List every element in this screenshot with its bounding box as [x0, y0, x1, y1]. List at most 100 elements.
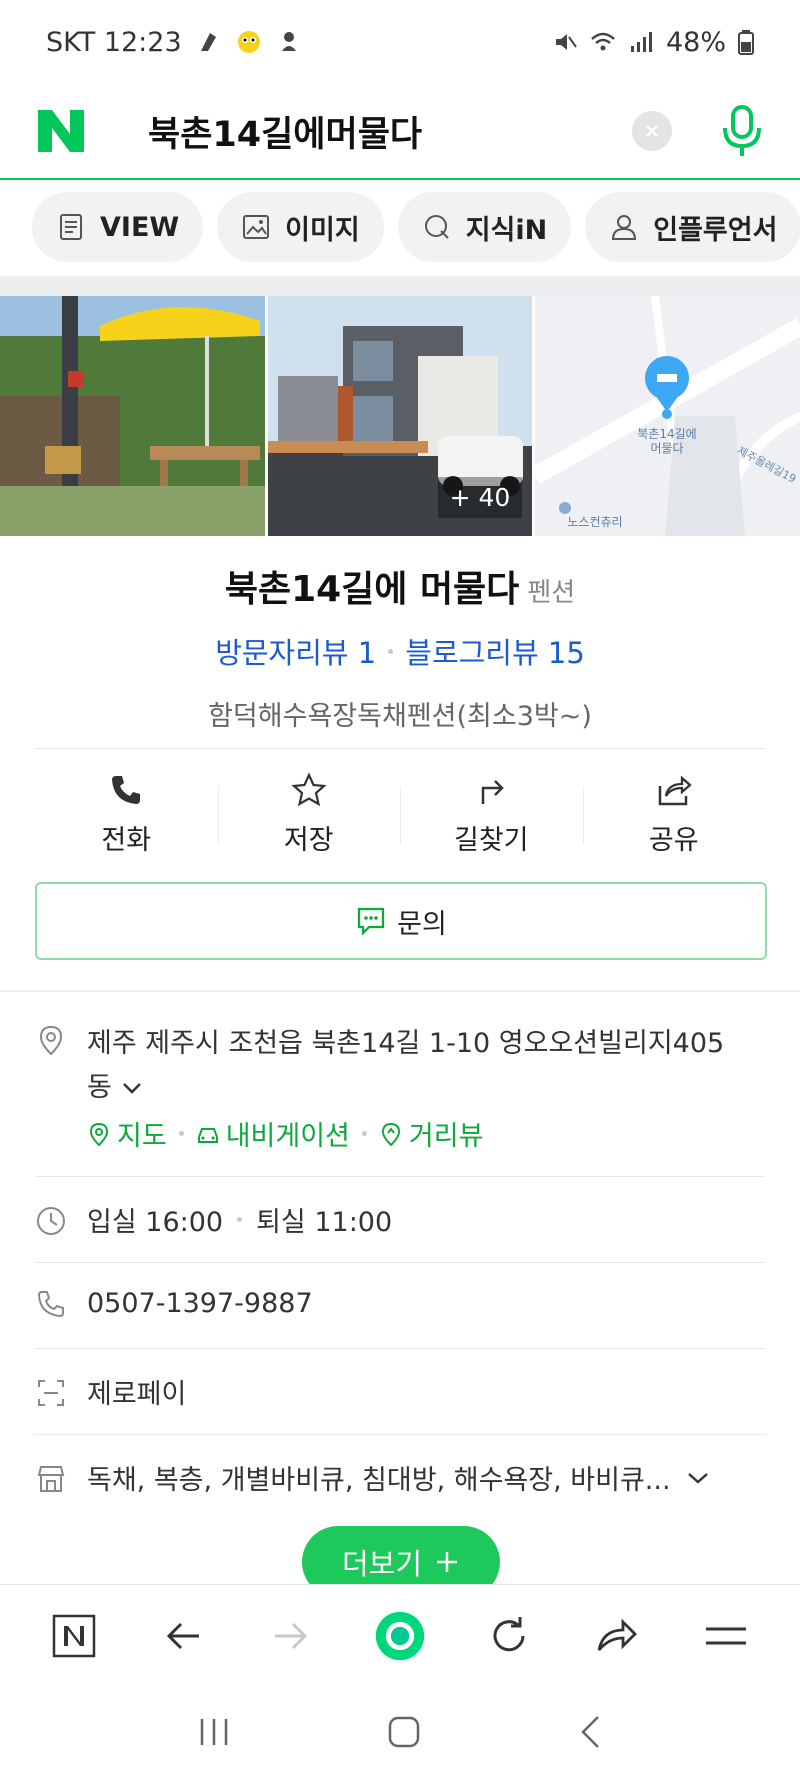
tab-image[interactable]: 이미지	[217, 192, 384, 262]
map-link-label: 지도	[117, 1121, 167, 1152]
back-button[interactable]	[158, 1611, 208, 1661]
close-icon	[646, 125, 658, 137]
map-link[interactable]: 지도	[87, 1114, 167, 1153]
garden-photo-image	[0, 296, 265, 536]
payment-text: 제로페이	[87, 1379, 187, 1410]
action-label: 저장	[283, 824, 334, 856]
streetview-link[interactable]: 거리뷰	[379, 1114, 484, 1153]
search-header: 북촌14길에머물다	[0, 84, 800, 180]
naver-home-button[interactable]	[49, 1611, 99, 1661]
address-line2: 동	[87, 1072, 112, 1103]
store-icon	[37, 1465, 65, 1492]
separator-dot	[361, 1131, 367, 1136]
emoji-notification-icon	[237, 31, 260, 53]
phone-number[interactable]: 0507-1397-9887	[87, 1288, 313, 1319]
share-arrow-icon	[597, 1618, 638, 1651]
streetview-link-label: 거리뷰	[408, 1121, 484, 1152]
arrow-left-icon	[166, 1622, 199, 1649]
photo-building[interactable]: + 40	[267, 296, 533, 536]
more-button-label: 더보기	[341, 1547, 423, 1581]
place-title: 북촌14길에 머물다	[224, 569, 520, 610]
plus-icon	[437, 1552, 458, 1572]
refresh-button[interactable]	[484, 1611, 534, 1661]
search-query[interactable]: 북촌14길에머물다	[148, 106, 632, 157]
chat-icon	[358, 907, 385, 936]
system-back-icon[interactable]	[578, 1714, 602, 1750]
map-image: 북촌14길에 머물다 노스컨츄리 제주올레길19	[535, 296, 800, 536]
divider	[35, 748, 765, 749]
tab-label: 지식iN	[465, 214, 548, 246]
recent-apps-icon[interactable]	[198, 1717, 230, 1747]
section-divider	[0, 276, 800, 296]
q-icon	[424, 215, 449, 239]
scan-icon	[38, 1379, 64, 1406]
amenities-text: 독채, 복층, 개별바비큐, 침대방, 해수욕장, 바비큐...	[87, 1465, 671, 1496]
wifi-icon	[591, 32, 615, 51]
chevron-down-icon[interactable]	[685, 1469, 711, 1487]
call-button[interactable]: 전화	[35, 764, 218, 864]
directions-icon	[482, 779, 505, 804]
arrow-right-icon	[275, 1622, 308, 1649]
system-nav-bar	[0, 1686, 800, 1778]
separator-dot	[178, 1131, 184, 1136]
phone-row[interactable]: 0507-1397-9887	[35, 1286, 765, 1320]
microphone-icon[interactable]	[720, 104, 764, 158]
divider	[35, 1348, 765, 1349]
share-page-button[interactable]	[592, 1611, 642, 1661]
refresh-icon	[493, 1616, 525, 1651]
carrier-time: SKT 12:23	[46, 26, 182, 58]
app-notification-icon	[200, 33, 216, 51]
tab-label: 인플루언서	[653, 214, 778, 246]
photo-garden[interactable]	[0, 296, 265, 536]
save-button[interactable]: 저장	[217, 764, 401, 864]
photo-strip: + 40 북촌14길에 머물다 노스컨츄리 제주올레길19	[0, 296, 800, 536]
action-label: 전화	[101, 824, 152, 856]
visitor-review-link[interactable]: 방문자리뷰 1	[215, 630, 376, 672]
place-category: 펜션	[527, 578, 576, 608]
tab-label: 이미지	[285, 214, 360, 246]
address-row: 제주 제주시 조천읍 북촌14길 1-10 영오오션빌리지405 동 지도 내비…	[35, 1022, 765, 1153]
payment-row: 제로페이	[35, 1372, 765, 1411]
inquiry-button[interactable]: 문의	[35, 882, 767, 960]
phone-icon	[112, 775, 141, 804]
directions-button[interactable]: 길찾기	[400, 764, 583, 864]
inquiry-label: 문의	[397, 908, 447, 940]
battery-icon	[738, 30, 754, 55]
divider	[35, 1262, 765, 1263]
amenities-row[interactable]: 독채, 복층, 개별바비큐, 침대방, 해수욕장, 바비큐...	[35, 1458, 765, 1497]
tab-label: VIEW	[100, 211, 180, 243]
navigation-link[interactable]: 내비게이션	[196, 1114, 350, 1153]
place-description: 함덕해수욕장독채펜션(최소3박~)	[208, 701, 592, 732]
menu-button[interactable]	[701, 1611, 751, 1661]
address-links: 지도 내비게이션 거리뷰	[87, 1114, 724, 1153]
tab-kin[interactable]: 지식iN	[397, 192, 572, 262]
map-poi-label: 노스컨츄리	[568, 515, 623, 529]
forward-button[interactable]	[266, 1611, 316, 1661]
tab-influencer[interactable]: 인플루언서	[585, 192, 800, 262]
share-button[interactable]: 공유	[582, 764, 766, 864]
green-dot-button[interactable]	[375, 1611, 425, 1661]
chevron-down-icon[interactable]	[120, 1080, 144, 1096]
location-pin-icon	[39, 1025, 63, 1056]
app-notification-icon-2	[281, 32, 296, 51]
clear-search-button[interactable]	[632, 111, 672, 151]
tab-view[interactable]: VIEW	[32, 192, 204, 262]
action-label: 공유	[648, 824, 699, 856]
divider	[35, 1176, 765, 1177]
star-icon	[291, 771, 327, 806]
place-summary: 북촌14길에 머물다 펜션 방문자리뷰 1 블로그리뷰 15 함덕해수욕장독채펜션…	[0, 560, 800, 733]
battery-percent: 48%	[665, 26, 726, 58]
map-pin-icon	[89, 1122, 109, 1146]
photo-count-badge: + 40	[437, 477, 523, 518]
streetview-icon	[381, 1122, 400, 1146]
mute-icon	[555, 34, 577, 50]
action-bar: 전화 저장 길찾기 공유	[35, 764, 765, 864]
blog-review-link[interactable]: 블로그리뷰 15	[405, 630, 585, 672]
naver-logo-icon[interactable]	[36, 108, 86, 154]
home-icon[interactable]	[387, 1715, 421, 1749]
address-line1: 제주 제주시 조천읍 북촌14길 1-10 영오오션빌리지405	[87, 1028, 725, 1059]
map-thumbnail[interactable]: 북촌14길에 머물다 노스컨츄리 제주올레길19	[535, 296, 800, 536]
search-tabs: VIEW 이미지 지식iN 인플루언서	[0, 192, 800, 268]
image-icon	[243, 215, 270, 239]
naver-home-icon	[53, 1614, 96, 1657]
